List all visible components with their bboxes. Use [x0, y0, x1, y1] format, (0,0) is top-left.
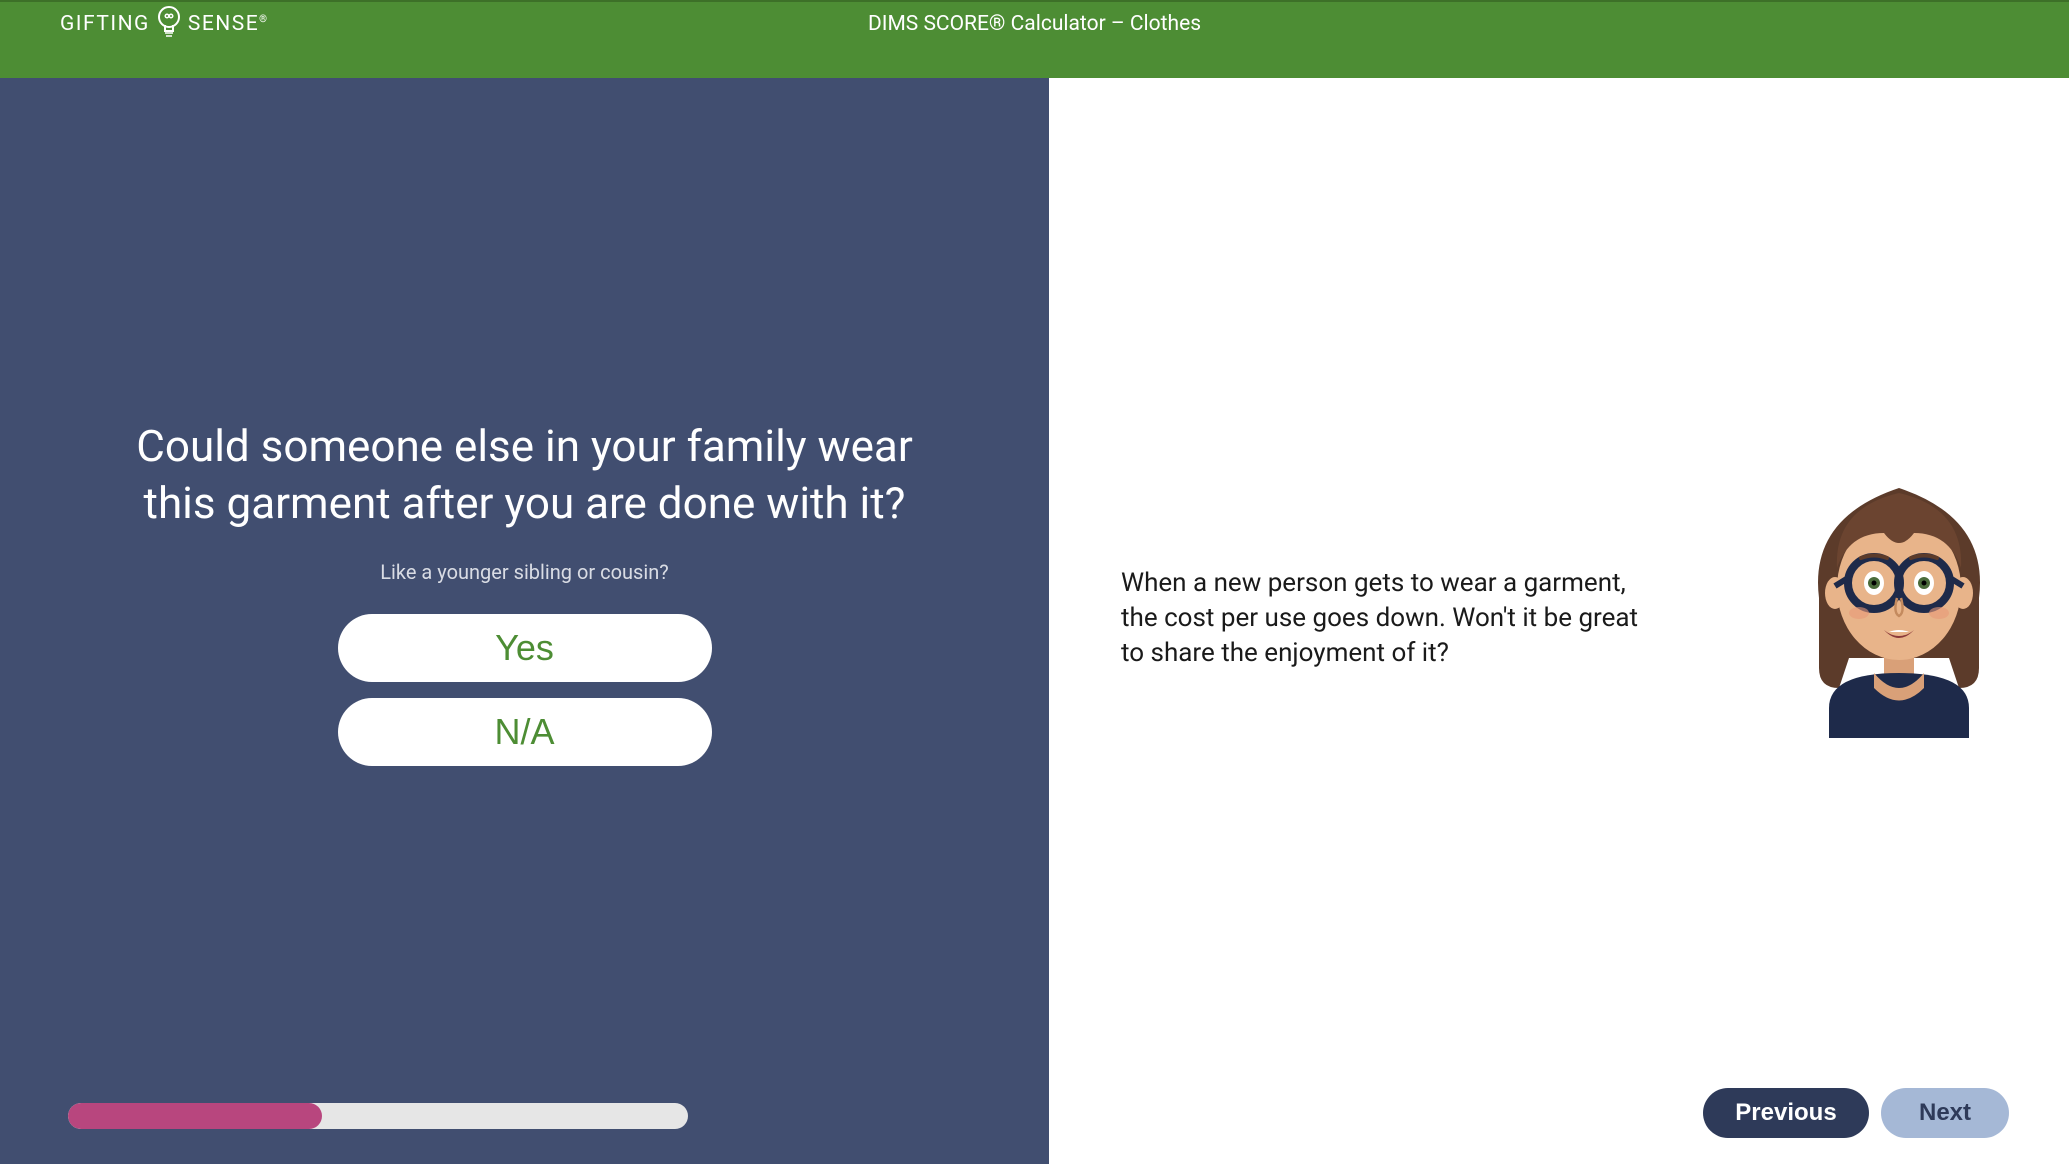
progress-bar: [68, 1103, 688, 1129]
previous-button[interactable]: Previous: [1703, 1088, 1869, 1138]
logo-text-left: GIFTING: [60, 12, 150, 36]
progress-fill: [68, 1103, 322, 1129]
tip-text: When a new person gets to wear a garment…: [1121, 566, 1661, 671]
page-title-wrap: DIMS SCORE® Calculator – Clothes: [868, 12, 1201, 36]
main-area: Could someone else in your family wear t…: [0, 78, 2069, 1164]
question-subtext: Like a younger sibling or cousin?: [380, 560, 668, 584]
header-divider: [0, 0, 2069, 2]
nav-buttons: Previous Next: [1703, 1088, 2009, 1138]
page-title: DIMS SCORE® Calculator – Clothes: [868, 12, 1201, 36]
question-text: Could someone else in your family wear t…: [115, 418, 935, 532]
avatar-illustration: [1789, 458, 2009, 738]
option-na[interactable]: N/A: [338, 698, 712, 766]
option-yes[interactable]: Yes: [338, 614, 712, 682]
tip-pane: When a new person gets to wear a garment…: [1049, 78, 2069, 1164]
question-pane: Could someone else in your family wear t…: [0, 78, 1049, 1164]
app-header: GIFTING SENSE® DIMS SCORE® Calculator – …: [0, 0, 2069, 78]
brand-logo[interactable]: GIFTING SENSE®: [60, 6, 269, 42]
next-button[interactable]: Next: [1881, 1088, 2009, 1138]
options-group: Yes N/A: [338, 614, 712, 766]
logo-text-right: SENSE®: [188, 12, 269, 36]
lightbulb-icon: [156, 6, 182, 42]
